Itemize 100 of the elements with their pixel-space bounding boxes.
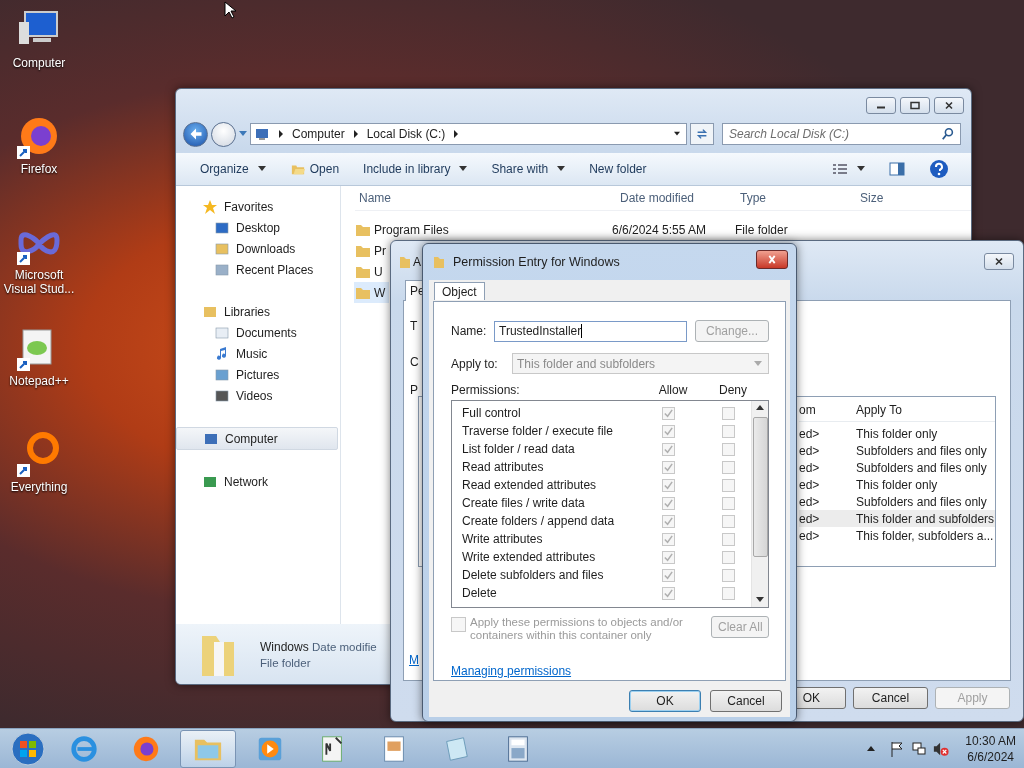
allow-checkbox[interactable] (662, 496, 675, 510)
taskbar-button[interactable] (180, 729, 236, 768)
scroll-up-icon[interactable] (756, 405, 764, 411)
deny-checkbox[interactable] (722, 496, 735, 510)
nav-item[interactable]: Desktop (176, 217, 340, 238)
scroll-thumb[interactable] (752, 417, 768, 557)
icon-label[interactable]: Firefox (20, 162, 58, 176)
nav-item[interactable]: Computer (176, 427, 338, 450)
ok-button[interactable]: OK (629, 690, 701, 712)
column-header[interactable]: Apply To (856, 403, 902, 417)
allow-checkbox[interactable] (662, 478, 675, 492)
column-header[interactable]: om (799, 403, 856, 417)
allow-checkbox[interactable] (662, 550, 675, 564)
menu-button[interactable]: Include in library (355, 158, 476, 180)
allow-checkbox[interactable] (662, 586, 675, 600)
link[interactable]: M (409, 653, 419, 667)
entry-row[interactable]: ed> This folder and subfolders (799, 510, 995, 527)
entry-row[interactable]: ed> Subfolders and files only (799, 442, 995, 459)
column-header[interactable]: Date modified (620, 191, 740, 205)
name-field[interactable]: TrustedInstaller (494, 320, 687, 342)
allow-checkbox[interactable] (662, 442, 675, 456)
nav-item[interactable]: Favorites (176, 196, 340, 217)
deny-checkbox[interactable] (722, 460, 735, 474)
network-icon[interactable] (911, 740, 928, 757)
icon-label[interactable]: Microsoft Visual Stud... (0, 268, 78, 296)
nav-item[interactable]: Documents (176, 322, 340, 343)
nav-item[interactable]: Libraries (176, 301, 340, 322)
entry-row[interactable]: ed> This folder, subfolders a... (799, 527, 995, 544)
cancel-button[interactable]: Cancel (853, 687, 928, 709)
breadcrumb[interactable]: Computer (292, 127, 345, 141)
deny-checkbox[interactable] (722, 532, 735, 546)
allow-checkbox[interactable] (662, 424, 675, 438)
breadcrumb[interactable]: Local Disk (C:) (366, 127, 446, 141)
menu-button[interactable]: Share with (483, 158, 574, 180)
speaker-muted-icon[interactable] (933, 740, 950, 757)
icon-label[interactable]: Everything (10, 480, 68, 494)
deny-checkbox[interactable] (722, 586, 735, 600)
scrollbar[interactable] (751, 401, 768, 607)
forward-button[interactable] (211, 121, 236, 147)
back-button[interactable] (183, 121, 208, 147)
show-hidden-icons-icon[interactable] (867, 745, 876, 752)
nav-item[interactable]: Recent Places (176, 259, 340, 280)
column-header[interactable]: Type (740, 191, 860, 205)
deny-checkbox[interactable] (722, 442, 735, 456)
icon-label[interactable]: Notepad++ (9, 374, 69, 388)
address-field[interactable]: Computer Local Disk (C:) (250, 123, 687, 145)
file-row[interactable]: Pr (354, 240, 389, 261)
menu-button[interactable]: Organize (192, 158, 274, 180)
deny-checkbox[interactable] (722, 514, 735, 528)
close-button[interactable] (984, 253, 1014, 270)
caret-icon (754, 360, 762, 367)
deny-checkbox[interactable] (722, 478, 735, 492)
entry-row[interactable]: ed> Subfolders and files only (799, 459, 995, 476)
nav-item[interactable]: Downloads (176, 238, 340, 259)
nav-item[interactable]: Network (176, 471, 340, 492)
file-row[interactable]: W (354, 282, 389, 303)
file-row[interactable]: U (354, 261, 389, 282)
search-icon[interactable] (940, 127, 956, 141)
chevron-right-icon[interactable] (453, 130, 460, 138)
allow-checkbox[interactable] (662, 514, 675, 528)
open-button[interactable]: Open (281, 158, 348, 180)
dropdown-arrow-icon[interactable] (239, 131, 247, 137)
icon-label[interactable]: Computer (12, 56, 66, 70)
permission-name: Full control (462, 406, 522, 420)
chevron-right-icon[interactable] (352, 130, 359, 138)
column-header[interactable]: Name (355, 191, 620, 205)
deny-checkbox[interactable] (722, 424, 735, 438)
entry-row[interactable]: ed> This folder only (799, 476, 995, 493)
deny-checkbox[interactable] (722, 406, 735, 420)
scroll-down-icon[interactable] (756, 597, 764, 603)
close-button[interactable] (934, 97, 964, 114)
nav-item[interactable]: Videos (176, 385, 340, 406)
label-text: C (410, 355, 419, 369)
entry-row[interactable]: ed> This folder only (799, 425, 995, 442)
file-row[interactable]: Program Files 6/6/2024 5:55 AM File folder (354, 219, 955, 240)
allow-checkbox[interactable] (662, 406, 675, 420)
window-title: A (413, 255, 421, 269)
tab[interactable]: Object (434, 282, 485, 300)
search-field[interactable]: Search Local Disk (C:) (722, 123, 961, 145)
maximize-button[interactable] (900, 97, 930, 114)
deny-checkbox[interactable] (722, 568, 735, 582)
allow-checkbox[interactable] (662, 568, 675, 582)
allow-checkbox[interactable] (662, 532, 675, 546)
toolbar-button[interactable]: New folder (581, 158, 655, 180)
chevron-right-icon[interactable] (278, 130, 284, 138)
refresh-button[interactable] (690, 123, 714, 145)
column-header[interactable]: Size (860, 191, 920, 205)
permission-name: Write attributes (462, 532, 544, 546)
browser-e-icon (69, 733, 99, 764)
link[interactable]: Managing permissions (451, 664, 572, 678)
close-button[interactable] (756, 249, 788, 269)
cancel-button[interactable]: Cancel (710, 690, 782, 712)
nav-item[interactable]: Music (176, 343, 340, 364)
checkbox[interactable] (451, 617, 466, 632)
deny-checkbox[interactable] (722, 550, 735, 564)
entry-row[interactable]: ed> Subfolders and files only (799, 493, 995, 510)
allow-checkbox[interactable] (662, 460, 675, 474)
clock[interactable]: 10:30 AM 6/6/2024 (965, 732, 1016, 765)
nav-item[interactable]: Pictures (176, 364, 340, 385)
caret-icon[interactable] (674, 130, 680, 138)
